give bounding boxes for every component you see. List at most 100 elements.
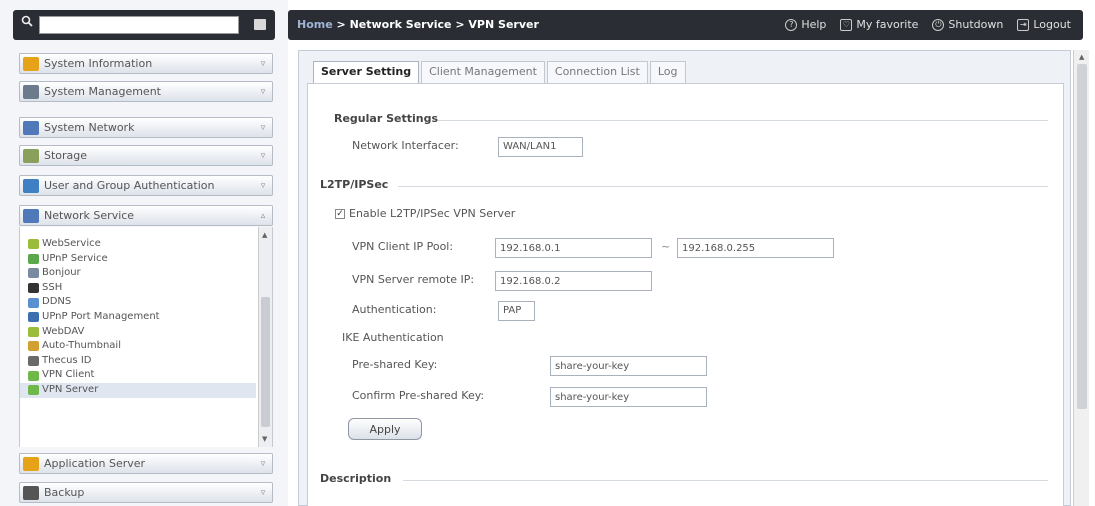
sidebar-group-backup[interactable]: Backup ▿ (19, 482, 273, 503)
sidebar-item-webdav[interactable]: WebDAV (20, 325, 256, 340)
tools-icon (23, 84, 39, 99)
id-icon (28, 356, 39, 367)
top-nav: ? Help ♡ My favorite ⏻ Shutdown ⇥ Logout (785, 18, 1071, 31)
authentication-label: Authentication: (352, 303, 437, 316)
bonjour-icon (28, 268, 39, 279)
logout-link[interactable]: ⇥ Logout (1017, 18, 1071, 31)
content-area: Server Setting Client Management Connect… (298, 50, 1071, 506)
sidebar-item-label: DDNS (42, 296, 72, 308)
server-remote-ip-input[interactable] (495, 271, 652, 291)
enable-l2tp-checkbox[interactable]: ✓ (335, 209, 345, 219)
ike-authentication-label: IKE Authentication (342, 331, 444, 344)
client-ip-pool-label: VPN Client IP Pool: (352, 240, 454, 253)
backup-icon (23, 485, 39, 500)
search-input[interactable] (39, 16, 239, 34)
ip-range-separator: ~ (661, 240, 671, 253)
tab-server-setting[interactable]: Server Setting (313, 61, 420, 83)
breadcrumb-home[interactable]: Home (297, 18, 333, 31)
enable-l2tp-label: Enable L2TP/IPSec VPN Server (349, 207, 516, 220)
breadcrumb-section[interactable]: Network Service (350, 18, 452, 31)
sidebar-item-vpn-client[interactable]: VPN Client (20, 368, 256, 383)
help-link[interactable]: ? Help (785, 18, 826, 31)
sidebar-item-label: UPnP Port Management (42, 310, 160, 322)
sidebar-group-application-server[interactable]: Application Server ▿ (19, 453, 273, 474)
scroll-up-icon[interactable]: ▲ (1079, 53, 1084, 61)
scrollbar-thumb[interactable] (1077, 64, 1087, 409)
sidebar-item-thecus-id[interactable]: Thecus ID (20, 354, 256, 369)
sidebar-item-label: VPN Server (42, 383, 99, 395)
section-divider (398, 186, 1048, 187)
favorite-link[interactable]: ♡ My favorite (840, 18, 918, 31)
tab-log[interactable]: Log (649, 61, 686, 83)
server-setting-panel: Regular Settings Network Interfacer: WAN… (307, 83, 1064, 506)
chevron-down-icon: ▿ (260, 180, 266, 191)
sidebar-item-auto-thumbnail[interactable]: Auto-Thumbnail (20, 339, 256, 354)
sidebar-group-label: Network Service (44, 209, 135, 222)
tab-client-management[interactable]: Client Management (421, 61, 545, 83)
top-bar: Home > Network Service > VPN Server ? Hel… (288, 10, 1083, 40)
chevron-down-icon: ▿ (260, 150, 266, 161)
scroll-up-icon[interactable]: ▲ (262, 231, 267, 239)
apply-button[interactable]: Apply (348, 418, 422, 440)
vpn-icon (28, 385, 39, 396)
client-ip-pool-end-input[interactable] (677, 238, 834, 258)
chevron-up-icon: ▵ (260, 210, 266, 221)
section-divider (438, 120, 1048, 121)
sidebar-search-bar (13, 10, 275, 40)
sidebar-group-storage[interactable]: Storage ▿ (19, 145, 273, 166)
sidebar-item-upnp-service[interactable]: UPnP Service (20, 252, 256, 267)
network-interface-value: WAN/LAN1 (498, 137, 583, 157)
sidebar: System Information ▿ System Management ▿… (0, 0, 288, 506)
authentication-select[interactable]: PAP (498, 301, 535, 321)
sidebar-item-ddns[interactable]: DDNS (20, 295, 256, 310)
sidebar-group-user-and-group-authentication[interactable]: User and Group Authentication ▿ (19, 175, 273, 196)
chevron-down-icon: ▿ (260, 86, 266, 97)
sidebar-group-system-information[interactable]: System Information ▿ (19, 53, 273, 74)
ddns-icon (28, 297, 39, 308)
sidebar-item-vpn-server[interactable]: VPN Server (20, 382, 256, 398)
scroll-down-icon[interactable]: ▼ (262, 435, 267, 443)
sidebar-item-bonjour[interactable]: Bonjour (20, 266, 256, 281)
favorite-icon: ♡ (840, 18, 853, 31)
sidebar-item-label: WebDAV (42, 325, 85, 337)
info-icon (23, 56, 39, 71)
sidebar-item-label: Bonjour (42, 267, 81, 279)
sidebar-scrollbar[interactable]: ▲ ▼ (258, 227, 272, 447)
sidebar-item-ssh[interactable]: SSH (20, 281, 256, 296)
sidebar-item-upnp-port-management[interactable]: UPnP Port Management (20, 310, 256, 325)
chevron-down-icon: ▿ (260, 458, 266, 469)
storage-icon (23, 148, 39, 163)
breadcrumb-separator: > (332, 18, 350, 31)
favorite-label: My favorite (856, 18, 919, 31)
sidebar-group-system-network[interactable]: System Network ▿ (19, 117, 273, 138)
chevron-down-icon: ▿ (260, 58, 266, 69)
terminal-icon[interactable] (254, 19, 266, 30)
client-ip-pool-start-input[interactable] (495, 238, 652, 258)
chevron-down-icon: ▿ (260, 487, 266, 498)
search-icon[interactable] (21, 15, 33, 27)
shutdown-link[interactable]: ⏻ Shutdown (932, 18, 1003, 31)
users-icon (23, 178, 39, 193)
main-scrollbar[interactable]: ▲ (1073, 50, 1089, 506)
sidebar-group-system-management[interactable]: System Management ▿ (19, 81, 273, 102)
logout-icon: ⇥ (1017, 18, 1030, 31)
breadcrumb-page: VPN Server (468, 18, 539, 31)
tab-connection-list[interactable]: Connection List (546, 61, 648, 83)
breadcrumb-separator: > (451, 18, 469, 31)
sidebar-group-label: System Information (44, 57, 153, 70)
ssh-icon (28, 283, 39, 294)
sidebar-group-network-service[interactable]: Network Service ▵ (19, 205, 273, 226)
pre-shared-key-input[interactable] (550, 356, 707, 376)
network-service-submenu: WebService UPnP Service Bonjour SSH DDNS… (19, 227, 273, 447)
scrollbar-thumb[interactable] (261, 297, 270, 427)
network-icon (23, 120, 39, 135)
logout-label: Logout (1033, 18, 1071, 31)
shutdown-label: Shutdown (948, 18, 1004, 31)
sidebar-item-label: VPN Client (42, 369, 95, 381)
sidebar-item-label: UPnP Service (42, 252, 108, 264)
confirm-pre-shared-key-input[interactable] (550, 387, 707, 407)
vpn-icon (28, 370, 39, 381)
sidebar-group-label: System Management (44, 85, 161, 98)
sidebar-item-label: Thecus ID (42, 354, 92, 366)
sidebar-item-webservice[interactable]: WebService (20, 237, 256, 252)
